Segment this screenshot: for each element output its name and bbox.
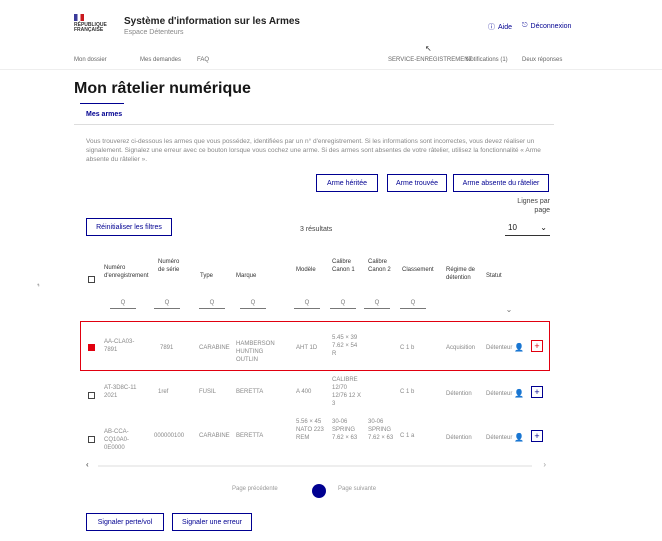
cell-status: Détenteur 👤	[486, 389, 525, 398]
arme-heritee-button[interactable]: Arme héritée	[316, 174, 378, 192]
cell-cal1: CALIBRE 12/70 12/76 12 X 3	[332, 377, 362, 407]
user-icon: 👤	[514, 343, 525, 352]
cell-cal1: 30-06 SPRING 7.62 × 63	[332, 419, 358, 441]
cell-brand: BERETTA	[236, 389, 264, 395]
help-link[interactable]: ⓘ Aide	[488, 22, 512, 32]
nav-item-faq[interactable]: FAQ	[197, 57, 209, 63]
select-all-checkbox[interactable]	[88, 276, 95, 283]
page-title: Mon râtelier numérique	[74, 80, 251, 97]
tab-mes-armes[interactable]: Mes armes	[86, 111, 122, 118]
cell-brand: HAMBERSON HUNTING OUTLIN	[236, 341, 275, 363]
cell-brand: BERETTA	[236, 433, 264, 439]
nav-item-notifications[interactable]: Notifications (1)	[466, 57, 508, 63]
cell-cal2: 30-06 SPRING 7.62 × 63	[368, 419, 394, 441]
pagination-previous[interactable]: Page précédente	[232, 486, 278, 492]
report-error-button[interactable]: Signaler une erreur	[172, 513, 252, 531]
user-icon: 👤	[514, 389, 525, 398]
cell-status: Détenteur 👤	[486, 343, 525, 352]
col-header-cal1[interactable]: Calibre Canon 1	[332, 258, 360, 274]
cell-model: AHT 1D	[296, 345, 318, 351]
lines-per-page-value: 10	[508, 223, 517, 232]
filter-brand-input[interactable]: Q	[240, 299, 266, 309]
cell-regime: Détention	[446, 391, 472, 397]
cell-model: A 400	[296, 389, 312, 395]
tab-divider	[74, 124, 554, 125]
results-count: 3 résultats	[300, 226, 333, 233]
expand-row-button[interactable]: +	[531, 386, 543, 398]
row-checkbox[interactable]	[88, 344, 95, 351]
cell-serial: 000000100	[154, 433, 185, 439]
filter-cal1-input[interactable]: Q	[330, 299, 356, 309]
col-header-serial[interactable]: Numéro de série	[158, 258, 186, 274]
row-checkbox[interactable]	[88, 392, 95, 399]
logout-link[interactable]: ⎋ Déconnexion	[522, 22, 571, 30]
site-subtitle: Espace Détenteurs	[124, 29, 184, 36]
site-header: RÉPUBLIQUE FRANÇAISE Système d'informati…	[0, 0, 662, 46]
horizontal-scrollbar[interactable]: ‹ ›	[86, 460, 546, 470]
cell-type: CARABINE	[199, 433, 230, 439]
nav-item-reponses[interactable]: Deux réponses	[522, 57, 562, 63]
chevron-down-icon: ⌄	[540, 223, 547, 232]
col-header-reg[interactable]: Numéro d'enregistrement	[104, 264, 149, 280]
mouse-cursor-icon: ↖	[425, 44, 432, 53]
cell-reg[interactable]: AA-CLA03-7891	[104, 338, 144, 354]
status-filter-chevron-icon[interactable]: ⌄	[496, 306, 522, 316]
filter-cal2-input[interactable]: Q	[364, 299, 390, 309]
filter-type-input[interactable]: Q	[199, 299, 225, 309]
help-icon: ⓘ	[488, 24, 495, 31]
col-header-model[interactable]: Modèle	[296, 266, 322, 274]
filter-model-input[interactable]: Q	[294, 299, 320, 309]
user-icon: 👤	[514, 433, 525, 442]
page-description: Vous trouverez ci-dessous les armes que …	[86, 138, 541, 163]
main-nav: Mon dossier Mes demandes FAQ ↖ SERVICE-E…	[0, 44, 662, 70]
col-header-status[interactable]: Statut	[486, 272, 516, 280]
cell-cal1: 5.45 × 39 7.62 × 54 R	[332, 335, 358, 357]
cell-reg[interactable]: AT-3D8C-11 2021	[104, 384, 144, 400]
republique-logo[interactable]: RÉPUBLIQUE FRANÇAISE	[74, 14, 110, 36]
cell-regime: Détention	[446, 435, 472, 441]
stray-mark: ❜	[36, 281, 43, 293]
expand-row-button[interactable]: +	[531, 340, 543, 352]
nav-item-service[interactable]: SERVICE-ENREGISTREMENT	[388, 57, 472, 63]
cell-serial: 1ref	[158, 389, 169, 395]
cell-type: CARABINE	[199, 345, 230, 351]
col-header-brand[interactable]: Marque	[236, 272, 276, 280]
expand-row-button[interactable]: +	[531, 430, 543, 442]
cell-status: Détenteur 👤	[486, 433, 525, 442]
cell-type: FUSIL	[199, 389, 217, 395]
cell-regime: Acquisition	[446, 345, 476, 351]
cell-class: C 1 b	[400, 389, 415, 395]
nav-item-demandes[interactable]: Mes demandes	[140, 57, 181, 63]
logout-icon: ⎋	[522, 22, 528, 29]
pagination-next[interactable]: Page suivante	[338, 486, 376, 492]
row-checkbox[interactable]	[88, 436, 95, 443]
cell-model: 5.56 × 45 NATO 223 REM	[296, 419, 324, 441]
arme-absente-button[interactable]: Arme absente du râtelier	[453, 174, 549, 192]
col-header-regime[interactable]: Régime de détention	[446, 266, 478, 282]
scroll-left-icon[interactable]: ‹	[86, 460, 89, 469]
lines-per-page-label: Lignes par page	[517, 198, 550, 214]
scrollbar-track[interactable]	[98, 465, 532, 467]
filter-serial-input[interactable]: Q	[154, 299, 180, 309]
col-header-cal2[interactable]: Calibre Canon 2	[368, 258, 396, 274]
site-title[interactable]: Système d'information sur les Armes	[124, 16, 300, 27]
scroll-right-icon[interactable]: ›	[543, 460, 546, 469]
cell-class: C 1 a	[400, 433, 415, 439]
report-loss-button[interactable]: Signaler perte/vol	[86, 513, 164, 531]
filter-class-input[interactable]: Q	[400, 299, 426, 309]
cell-reg[interactable]: AB-CCA-CQ10A0-0E0000	[104, 428, 148, 452]
cell-class: C 1 b	[400, 345, 415, 351]
nav-item-dossier[interactable]: Mon dossier	[74, 57, 107, 63]
arme-trouvee-button[interactable]: Arme trouvée	[387, 174, 447, 192]
col-header-class[interactable]: Classement	[402, 266, 434, 274]
filter-reg-input[interactable]: Q	[110, 299, 136, 309]
marianne-flag-icon	[74, 14, 84, 21]
reset-filters-button[interactable]: Réinitialiser les filtres	[86, 218, 172, 236]
logo-text: RÉPUBLIQUE FRANÇAISE	[74, 22, 107, 33]
tab-indicator	[80, 103, 124, 104]
col-header-type[interactable]: Type	[200, 272, 228, 280]
pagination-current-page[interactable]	[312, 484, 326, 498]
lines-per-page-select[interactable]: 10 ⌄	[505, 220, 550, 236]
cell-serial: 7891	[160, 345, 174, 351]
